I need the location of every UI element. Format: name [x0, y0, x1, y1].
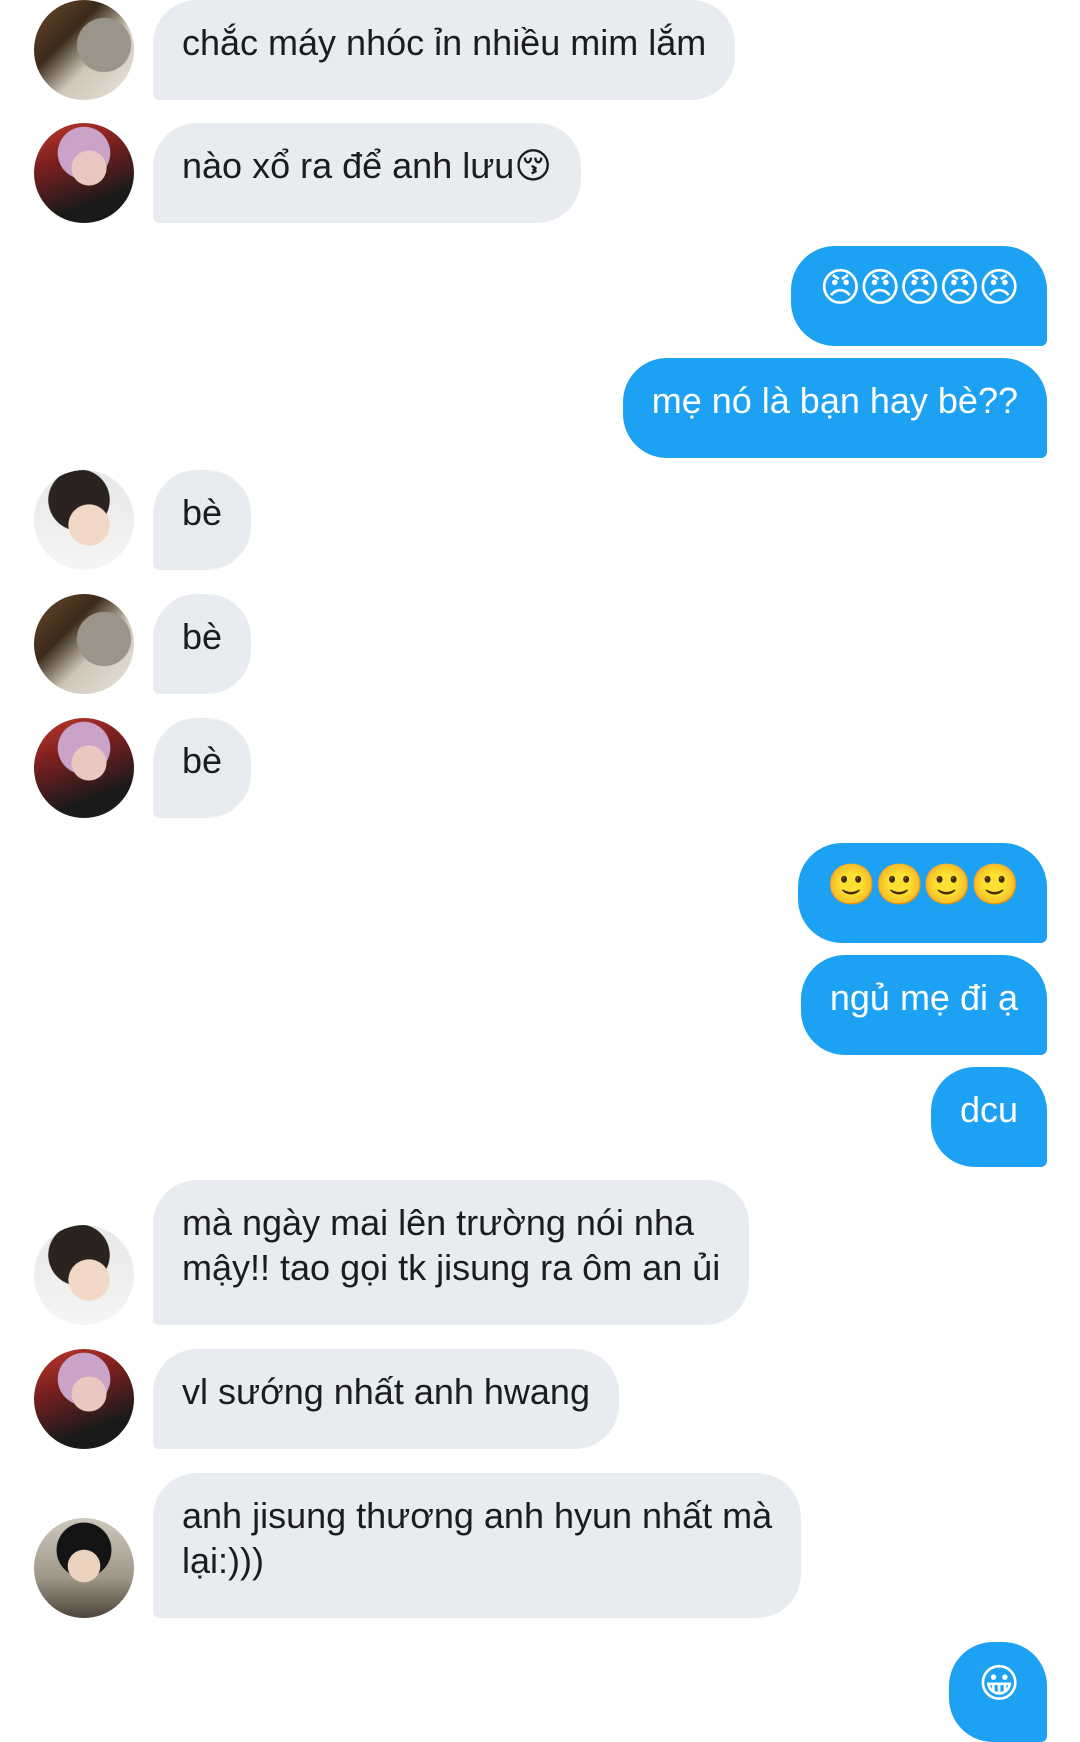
message-bubble-outgoing[interactable]: mẹ nó là bạn hay bè?? — [622, 358, 1047, 458]
message-bubble-incoming[interactable]: anh jisung thương anh hyun nhất mà lại:)… — [153, 1473, 802, 1618]
avatar-friend-a[interactable] — [34, 594, 134, 694]
message-bubble-incoming[interactable]: bè — [153, 594, 252, 694]
message-bubble-incoming[interactable]: vl sướng nhất anh hwang — [153, 1349, 619, 1449]
message-bubble-incoming[interactable]: chắc máy nhóc ỉn nhiều mim lắm — [153, 0, 736, 100]
message-bubble-incoming[interactable]: bè — [153, 470, 252, 570]
avatar-friend-a[interactable] — [34, 0, 134, 100]
message-bubble-incoming[interactable]: nào xổ ra để anh lưu😚 — [153, 123, 581, 223]
message-bubble-outgoing[interactable]: 😠😠😠😠😠 — [790, 246, 1047, 346]
message-bubble-incoming[interactable]: mà ngày mai lên trường nói nha mậy!! tao… — [153, 1180, 750, 1325]
avatar-friend-c[interactable] — [34, 1225, 134, 1325]
message-bubble-outgoing[interactable]: ngủ mẹ đi ạ — [800, 955, 1047, 1055]
avatar-friend-c[interactable] — [34, 470, 134, 570]
message-bubble-incoming[interactable]: bè — [153, 718, 252, 818]
avatar-friend-b[interactable] — [34, 718, 134, 818]
chat-thread: chắc máy nhóc ỉn nhiều mim lắm nào xổ ra… — [0, 0, 1080, 1742]
avatar-friend-b[interactable] — [34, 1349, 134, 1449]
message-bubble-outgoing[interactable]: dcu — [930, 1067, 1047, 1167]
message-bubble-outgoing[interactable]: 😀 — [949, 1642, 1047, 1742]
avatar-friend-b[interactable] — [34, 123, 134, 223]
avatar-friend-d[interactable] — [34, 1518, 134, 1618]
message-bubble-outgoing[interactable]: 🙂🙂🙂🙂 — [797, 843, 1047, 943]
